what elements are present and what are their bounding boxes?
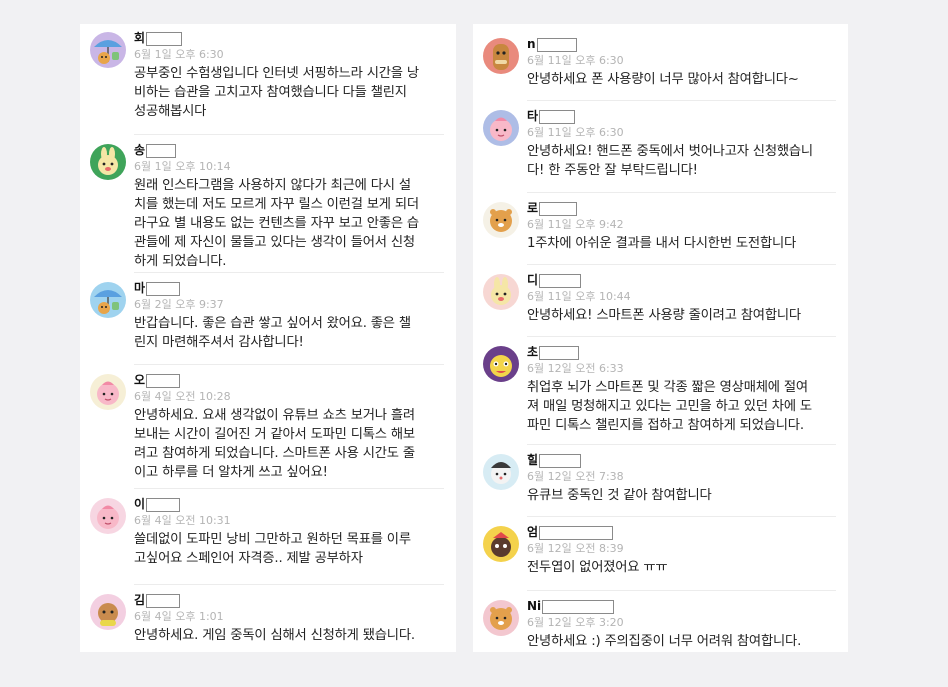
comment-divider xyxy=(527,590,836,591)
comment-timestamp: 6월 12일 오전 7:38 xyxy=(527,470,624,483)
comment-divider xyxy=(134,272,444,273)
comment-timestamp: 6월 11일 오후 6:30 xyxy=(527,126,624,139)
comment-text: 취업후 뇌가 스마트폰 및 각종 짧은 영상매체에 절여 져 매일 멍청해지고 있… xyxy=(527,380,812,433)
comment-text: 안녕하세요! 스마트폰 사용량 줄이려고 참여합니다 xyxy=(527,308,801,323)
comment-text: 유큐브 중독인 것 같아 참여합니다 xyxy=(527,488,712,503)
comment-text: 공부중인 수험생입니다 인터넷 서핑하느라 시간을 낭 비하는 습관을 고치고자 … xyxy=(134,66,419,119)
apeach-icon[interactable] xyxy=(90,374,126,410)
muzi-icon[interactable] xyxy=(483,274,519,310)
comment-text: 반갑습니다. 좋은 습관 쌓고 싶어서 왔어요. 좋은 챌 린지 마련해주셔서 감… xyxy=(134,316,411,350)
redacted-name-box xyxy=(539,201,578,216)
redacted-name-box xyxy=(146,143,177,158)
comment-timestamp: 6월 2일 오후 9:37 xyxy=(134,298,224,311)
comment-author-name[interactable]: 마 xyxy=(134,280,145,297)
comment-text: 안녕하세요! 핸드폰 중독에서 벗어나고자 신청했습니 다! 한 주동안 잘 부탁… xyxy=(527,144,813,178)
apeach-icon[interactable] xyxy=(90,498,126,534)
muzi-icon[interactable] xyxy=(90,144,126,180)
comment-timestamp: 6월 1일 오후 10:14 xyxy=(134,160,231,173)
apeach-icon[interactable] xyxy=(483,110,519,146)
redacted-name-box xyxy=(539,345,580,360)
comment-divider xyxy=(527,444,836,445)
redacted-name-box xyxy=(146,281,181,296)
comment-text: 1주차에 아쉬운 결과를 내서 다시한번 도전합니다 xyxy=(527,236,797,251)
ryan-icon[interactable] xyxy=(483,600,519,636)
redacted-name-box xyxy=(146,31,183,46)
comment-author-name[interactable]: 김 xyxy=(134,592,145,609)
comment-author-name[interactable]: n xyxy=(527,36,536,53)
comment-timestamp: 6월 4일 오전 10:28 xyxy=(134,390,231,403)
redacted-name-box xyxy=(536,37,577,52)
comment-timestamp: 6월 1일 오후 6:30 xyxy=(134,48,224,61)
con-icon[interactable] xyxy=(483,526,519,562)
comment-timestamp: 6월 11일 오후 9:42 xyxy=(527,218,624,231)
comment-author-name[interactable]: 힐 xyxy=(527,452,538,469)
comment-author-name[interactable]: 오 xyxy=(134,372,145,389)
comment-timestamp: 6월 4일 오전 10:31 xyxy=(134,514,231,527)
comment-divider xyxy=(134,488,444,489)
comment-panel-left: 회 6월 1일 오후 6:30 공부중인 수험생입니다 인터넷 서핑하느라 시간을 … xyxy=(80,24,456,652)
comment-divider xyxy=(527,264,836,265)
comment-author-name[interactable]: 회 xyxy=(134,30,145,47)
ryan-icon[interactable] xyxy=(483,202,519,238)
ryan-umbrella-icon[interactable] xyxy=(90,282,126,318)
comment-timestamp: 6월 11일 오후 10:44 xyxy=(527,290,631,303)
comment-text: 원래 인스타그램을 사용하지 않다가 최근에 다시 설 치를 했는데 저도 모르게… xyxy=(134,178,419,269)
redacted-name-box xyxy=(539,273,582,288)
comment-panel-right: n 6월 11일 오후 6:30 안녕하세요 폰 사용량이 너무 많아서 참여합니다… xyxy=(473,24,848,652)
comment-divider xyxy=(134,584,444,585)
comment-timestamp: 6월 12일 오전 6:33 xyxy=(527,362,624,375)
comment-divider xyxy=(134,134,444,135)
comment-author-name[interactable]: 엄 xyxy=(527,524,538,541)
ryan-umbrella-icon[interactable] xyxy=(90,32,126,68)
comment-text: 안녕하세요. 게임 중독이 심해서 신청하게 됐습니다. xyxy=(134,628,415,643)
comment-text: 안녕하세요. 요새 생각없이 유튜브 쇼츠 보거나 흘려 보내는 시간이 길어진 … xyxy=(134,408,415,480)
tube-icon[interactable] xyxy=(483,346,519,382)
redacted-name-box xyxy=(146,497,181,512)
comment-timestamp: 6월 4일 오후 1:01 xyxy=(134,610,224,623)
comment-author-name[interactable]: 초 xyxy=(527,344,538,361)
comment-text: 안녕하세요 :) 주의집중이 너무 어려워 참여합니다. xyxy=(527,634,802,649)
comment-timestamp: 6월 12일 오후 3:20 xyxy=(527,616,624,629)
comment-author-name[interactable]: 이 xyxy=(134,496,145,513)
comment-divider xyxy=(527,516,836,517)
neo-icon[interactable] xyxy=(483,454,519,490)
comment-divider xyxy=(527,100,836,101)
comment-divider xyxy=(134,364,444,365)
comment-text: 쓸데없이 도파민 낭비 그만하고 원하던 목표를 이루 고싶어요 스페인어 자격증… xyxy=(134,532,411,566)
redacted-name-box xyxy=(146,373,181,388)
redacted-name-box xyxy=(542,599,615,614)
comment-author-name[interactable]: 타 xyxy=(527,108,538,125)
comment-text: 전두엽이 없어졌어요 ㅠㅠ xyxy=(527,560,668,575)
comment-divider xyxy=(527,336,836,337)
redacted-name-box xyxy=(539,525,614,540)
frodo-icon[interactable] xyxy=(90,594,126,630)
comment-divider xyxy=(527,192,836,193)
redacted-name-box xyxy=(539,109,576,124)
redacted-name-box xyxy=(539,453,582,468)
comment-author-name[interactable]: 로 xyxy=(527,200,538,217)
comment-author-name[interactable]: 송 xyxy=(134,142,145,159)
comment-author-name[interactable]: 디 xyxy=(527,272,538,289)
comment-timestamp: 6월 11일 오후 6:30 xyxy=(527,54,624,67)
redacted-name-box xyxy=(146,593,181,608)
comment-timestamp: 6월 12일 오전 8:39 xyxy=(527,542,624,555)
jay-g-icon[interactable] xyxy=(483,38,519,74)
comment-text: 안녕하세요 폰 사용량이 너무 많아서 참여합니다~ xyxy=(527,72,799,87)
comment-author-name[interactable]: Ni xyxy=(527,598,541,615)
